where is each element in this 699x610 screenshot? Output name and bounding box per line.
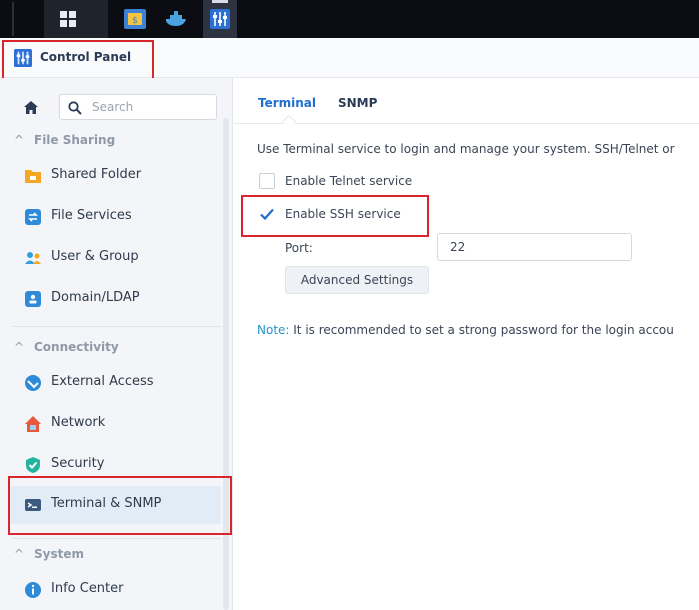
search-placeholder: Search [92, 100, 134, 114]
sidebar-divider [12, 326, 221, 327]
control-panel-taskbar-button[interactable] [203, 0, 237, 38]
sidebar-item-label: External Access [51, 374, 154, 389]
sidebar-divider [12, 538, 221, 539]
user-group-icon [25, 252, 41, 264]
storage-manager-icon: $ [124, 9, 146, 29]
home-icon [24, 101, 38, 114]
folder-icon [25, 170, 41, 183]
container-manager-button[interactable] [160, 0, 190, 38]
note-text: Note: It is recommended to set a strong … [257, 323, 674, 337]
active-tab-pointer [281, 114, 297, 130]
sidebar-scrollbar[interactable] [223, 118, 229, 610]
checkmark-icon [260, 208, 274, 221]
section-label: System [34, 547, 84, 561]
telnet-checkbox[interactable] [259, 173, 275, 189]
active-app-indicator [212, 0, 228, 3]
sidebar-item-domain-ldap[interactable]: Domain/LDAP [10, 280, 221, 318]
section-connectivity[interactable]: ^ Connectivity [14, 340, 119, 354]
port-label: Port: [285, 241, 313, 255]
info-icon [25, 582, 41, 598]
tab-terminal[interactable]: Terminal [258, 96, 316, 110]
external-access-icon [25, 375, 41, 391]
sidebar-item-label: Network [51, 415, 106, 430]
tab-bar: Terminal SNMP [234, 78, 699, 130]
telnet-label[interactable]: Enable Telnet service [285, 174, 412, 188]
section-label: Connectivity [34, 340, 119, 354]
control-panel-icon [14, 49, 32, 67]
sidebar-item-file-services[interactable]: File Services [10, 198, 221, 236]
svg-text:$: $ [132, 16, 138, 26]
home-button[interactable] [14, 98, 50, 118]
chevron-up-icon: ^ [14, 133, 25, 147]
chevron-up-icon: ^ [14, 547, 25, 561]
main-menu-button[interactable] [44, 0, 108, 38]
sidebar-item-label: Domain/LDAP [51, 290, 140, 305]
sidebar-item-label: Shared Folder [51, 167, 142, 182]
port-input[interactable] [437, 233, 632, 261]
taskbar: $ [0, 0, 699, 38]
advanced-settings-button[interactable]: Advanced Settings [285, 266, 429, 294]
note-body: It is recommended to set a strong passwo… [289, 323, 674, 337]
sidebar-item-info-center[interactable]: Info Center [10, 571, 221, 609]
sidebar-item-network[interactable]: Network [10, 405, 221, 443]
note-key: Note: [257, 323, 290, 337]
ssh-checkbox[interactable] [259, 206, 275, 222]
section-label: File Sharing [34, 133, 116, 147]
search-input[interactable]: Search [59, 94, 217, 120]
container-manager-icon [166, 11, 186, 26]
chevron-up-icon: ^ [14, 340, 25, 354]
search-icon [68, 101, 82, 115]
sidebar-item-label: Security [51, 456, 105, 471]
domain-icon [25, 291, 41, 307]
terminal-description: Use Terminal service to login and manage… [257, 142, 675, 156]
storage-manager-button[interactable]: $ [122, 0, 152, 38]
sidebar-item-label: File Services [51, 208, 132, 223]
section-file-sharing[interactable]: ^ File Sharing [14, 133, 115, 147]
section-system[interactable]: ^ System [14, 547, 84, 561]
ssh-label[interactable]: Enable SSH service [285, 207, 401, 221]
main-menu-icon [60, 11, 76, 27]
network-icon [25, 416, 41, 432]
file-services-icon [25, 209, 41, 225]
terminal-highlight-box [8, 476, 232, 535]
sidebar-item-label: User & Group [51, 249, 139, 264]
security-shield-icon [26, 457, 40, 473]
control-panel-icon [210, 9, 230, 29]
sidebar-item-shared-folder[interactable]: Shared Folder [10, 157, 221, 195]
sidebar-item-label: Info Center [51, 581, 124, 596]
tab-snmp[interactable]: SNMP [338, 96, 377, 110]
taskbar-divider [12, 2, 14, 36]
sidebar-item-external-access[interactable]: External Access [10, 364, 221, 402]
sidebar-item-user-group[interactable]: User & Group [10, 239, 221, 277]
window-title: Control Panel [40, 50, 132, 64]
window-titlebar: Control Panel [0, 38, 699, 83]
